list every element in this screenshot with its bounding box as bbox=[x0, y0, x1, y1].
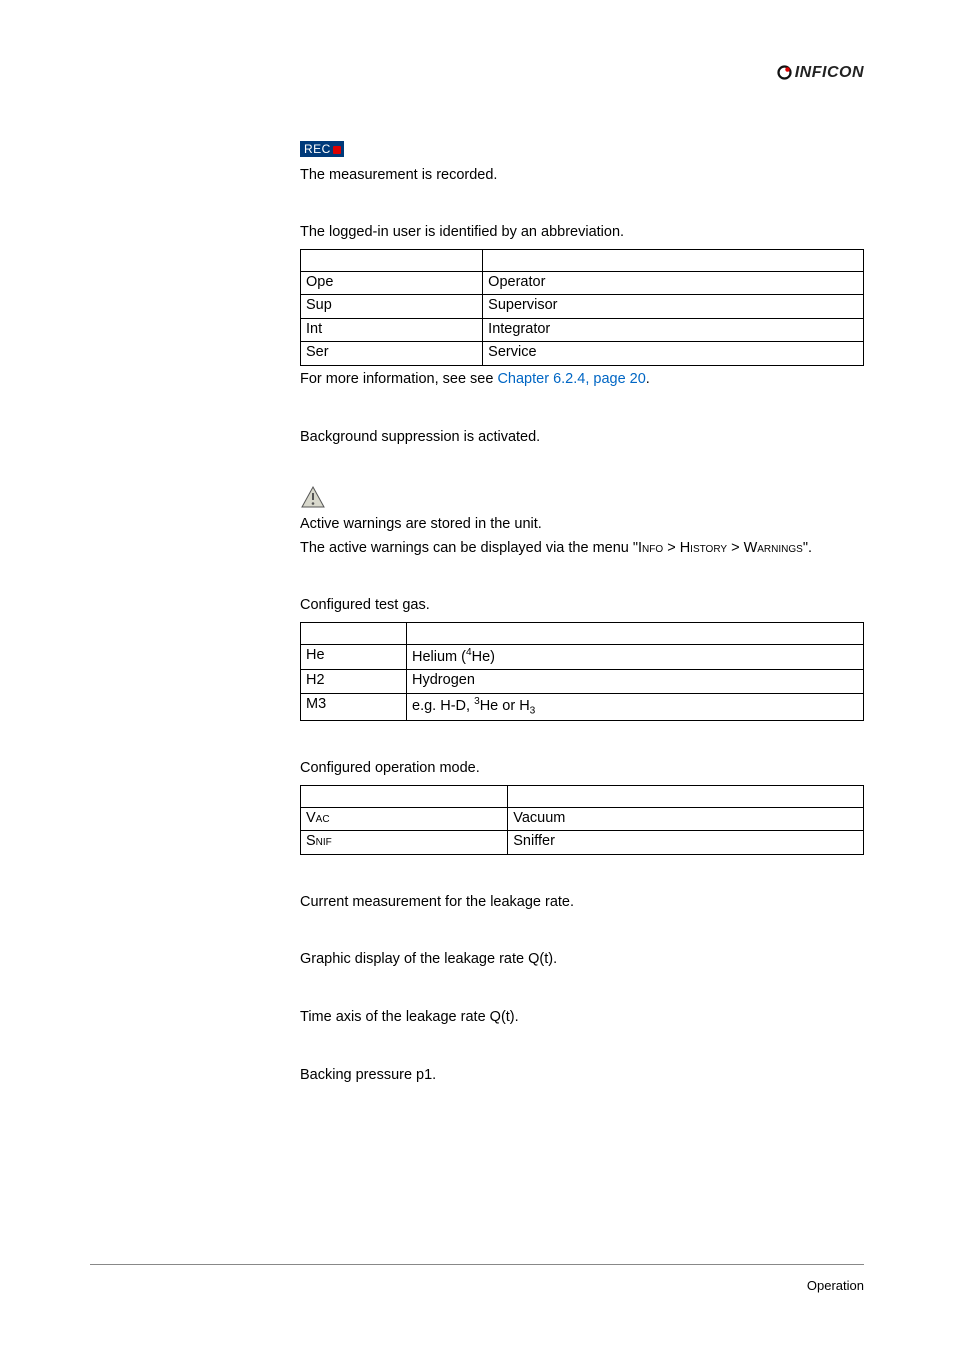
table-row: Snif Sniffer bbox=[301, 831, 864, 855]
table-row: Int Integrator bbox=[301, 318, 864, 342]
mode-name: Vacuum bbox=[508, 807, 864, 831]
leak-text: Current measurement for the leakage rate… bbox=[300, 893, 864, 913]
gas-code: H2 bbox=[301, 670, 407, 694]
gas-name: Helium (4He) bbox=[407, 644, 864, 669]
gas-text: Configured test gas. bbox=[300, 596, 864, 616]
more-prefix: For more information, see see bbox=[300, 371, 497, 387]
section-recording: REC The measurement is recorded. bbox=[300, 140, 864, 185]
section-background: Background suppression is activated. bbox=[300, 428, 864, 448]
gas-code: He bbox=[301, 644, 407, 669]
user-more-info: For more information, see see Chapter 6.… bbox=[300, 370, 864, 390]
footer-label: Operation bbox=[807, 1277, 864, 1295]
user-abbr: Ser bbox=[301, 342, 483, 366]
section-user: The logged-in user is identified by an a… bbox=[300, 223, 864, 389]
section-graphic: Graphic display of the leakage rate Q(t)… bbox=[300, 950, 864, 970]
table-row: Vac Vacuum bbox=[301, 807, 864, 831]
mode-text: Configured operation mode. bbox=[300, 759, 864, 779]
user-table: Ope Operator Sup Supervisor Int Integrat… bbox=[300, 249, 864, 366]
gas-name: Hydrogen bbox=[407, 670, 864, 694]
section-time-axis: Time axis of the leakage rate Q(t). bbox=[300, 1008, 864, 1028]
mode-table: Vac Vacuum Snif Sniffer bbox=[300, 785, 864, 855]
section-backing-pressure: Backing pressure p1. bbox=[300, 1066, 864, 1086]
mode-name: Sniffer bbox=[508, 831, 864, 855]
user-role: Integrator bbox=[483, 318, 864, 342]
user-text: The logged-in user is identified by an a… bbox=[300, 223, 864, 243]
section-leak-rate: Current measurement for the leakage rate… bbox=[300, 893, 864, 913]
background-text: Background suppression is activated. bbox=[300, 428, 864, 448]
back-text: Backing pressure p1. bbox=[300, 1066, 864, 1086]
warning-icon bbox=[300, 485, 864, 509]
brand-logo: INFICON bbox=[777, 62, 864, 84]
warnings-line2: The active warnings can be displayed via… bbox=[300, 539, 864, 559]
user-role: Service bbox=[483, 342, 864, 366]
chapter-link[interactable]: Chapter 6.2.4, page 20 bbox=[497, 371, 645, 387]
brand-mark-icon bbox=[777, 65, 792, 80]
mode-code: Vac bbox=[301, 807, 508, 831]
table-row: H2 Hydrogen bbox=[301, 670, 864, 694]
time-text: Time axis of the leakage rate Q(t). bbox=[300, 1008, 864, 1028]
graph-text: Graphic display of the leakage rate Q(t)… bbox=[300, 950, 864, 970]
warnings-line1: Active warnings are stored in the unit. bbox=[300, 515, 864, 535]
brand-name: INFICON bbox=[795, 62, 864, 84]
gas-table: He Helium (4He) H2 Hydrogen M3 e.g. H-D,… bbox=[300, 622, 864, 721]
user-role: Supervisor bbox=[483, 295, 864, 319]
table-row: Ope Operator bbox=[301, 271, 864, 295]
table-row: He Helium (4He) bbox=[301, 644, 864, 669]
user-abbr: Sup bbox=[301, 295, 483, 319]
section-warnings: Active warnings are stored in the unit. … bbox=[300, 485, 864, 558]
user-role: Operator bbox=[483, 271, 864, 295]
more-suffix: . bbox=[646, 371, 650, 387]
gas-code: M3 bbox=[301, 693, 407, 720]
footer-divider bbox=[90, 1264, 864, 1265]
table-row: Ser Service bbox=[301, 342, 864, 366]
user-abbr: Int bbox=[301, 318, 483, 342]
section-operation-mode: Configured operation mode. Vac Vacuum Sn… bbox=[300, 759, 864, 855]
rec-icon: REC bbox=[300, 141, 344, 157]
section-test-gas: Configured test gas. He Helium (4He) H2 … bbox=[300, 596, 864, 721]
table-row: Sup Supervisor bbox=[301, 295, 864, 319]
user-abbr: Ope bbox=[301, 271, 483, 295]
gas-name: e.g. H-D, 3He or H3 bbox=[407, 693, 864, 720]
mode-code: Snif bbox=[301, 831, 508, 855]
table-row: M3 e.g. H-D, 3He or H3 bbox=[301, 693, 864, 720]
recording-text: The measurement is recorded. bbox=[300, 166, 864, 186]
